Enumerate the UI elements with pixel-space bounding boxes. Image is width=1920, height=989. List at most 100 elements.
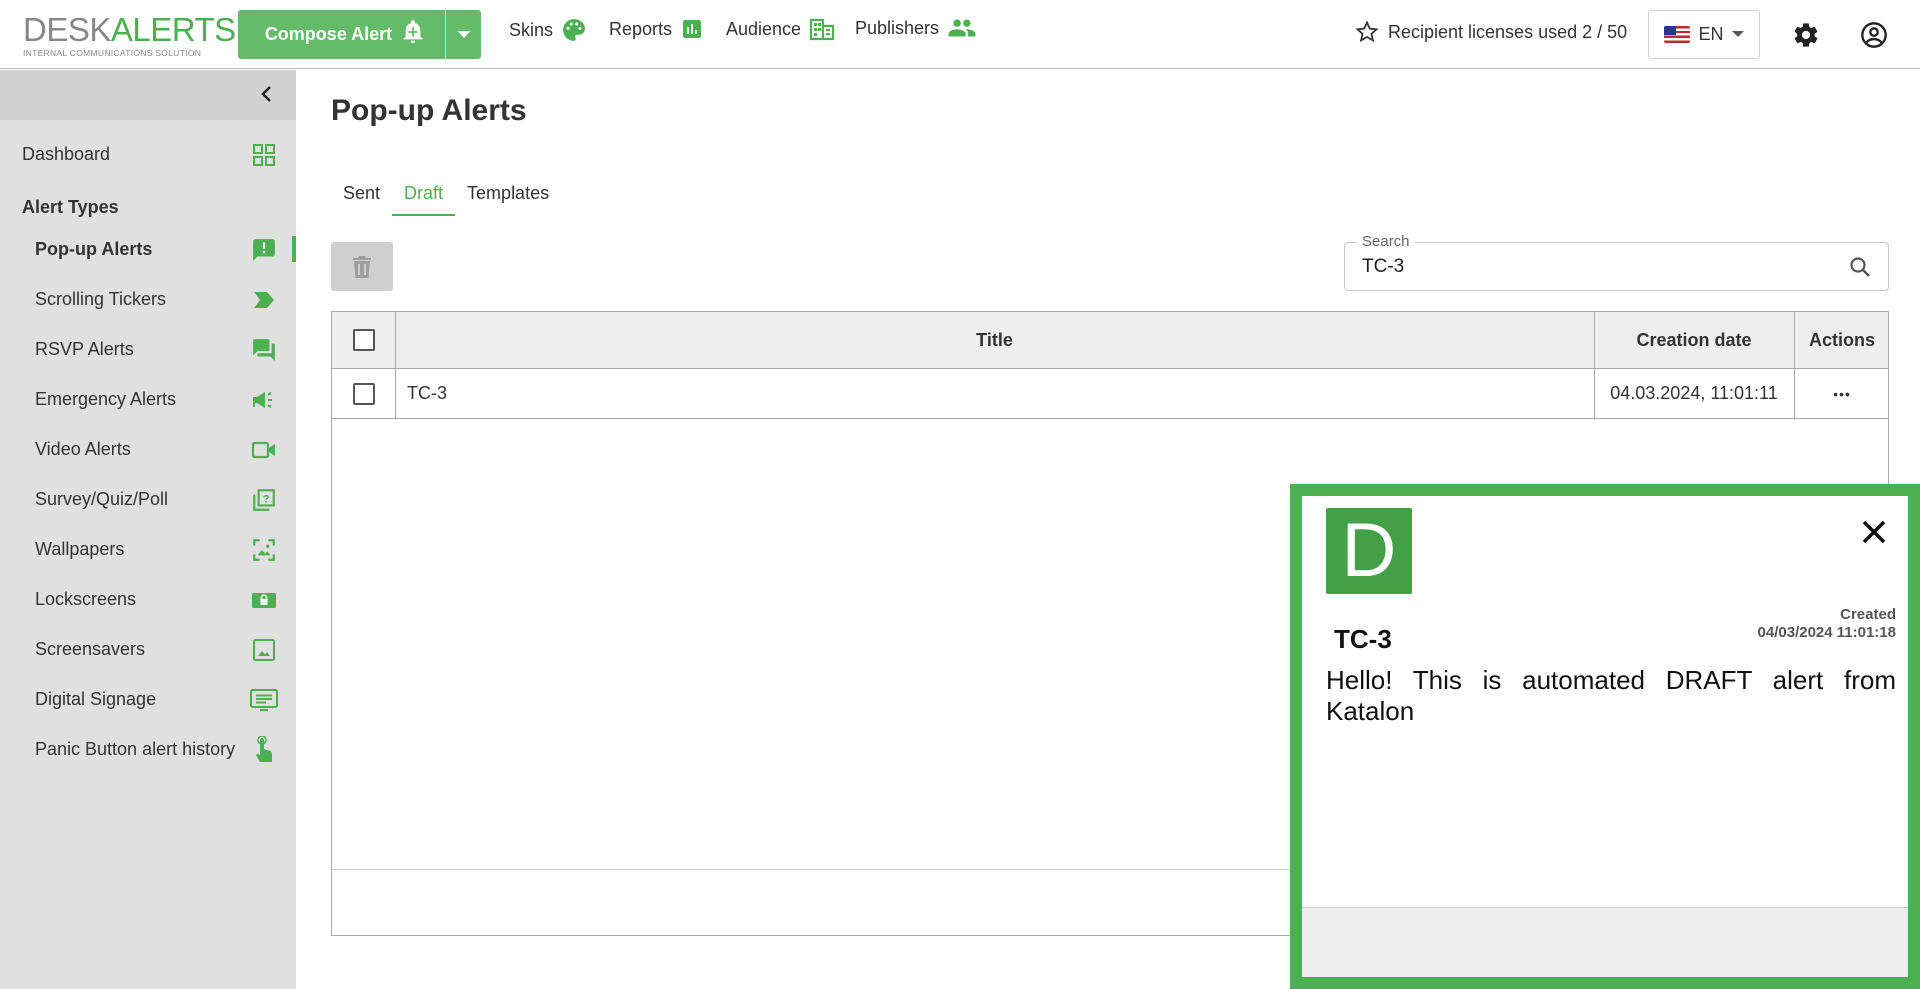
sidebar-item-lockscreens[interactable]: Lockscreens [0,579,296,619]
popup-title: TC-3 [1334,624,1392,654]
bar-chart-icon [683,20,702,38]
compose-alert-button-group: Compose Alert [238,10,481,59]
sidebar-item-wallpapers[interactable]: Wallpapers [0,529,296,569]
language-selector[interactable]: EN [1648,10,1760,59]
popup-created-info: Created 04/03/2024 11:01:18 [1758,606,1896,642]
close-icon [1862,520,1886,544]
close-button[interactable] [1860,518,1888,546]
popup-footer [1302,907,1908,977]
tab-templates[interactable]: Templates [455,180,561,216]
account-circle-icon [1861,22,1887,48]
draft-badge-icon: D [1326,508,1412,594]
sidebar-item-survey-quiz-poll[interactable]: Survey/Quiz/Poll ? [0,479,296,519]
sidebar-item-digital-signage[interactable]: Digital Signage [0,679,296,719]
sidebar-item-emergency-alerts[interactable]: Emergency Alerts [0,379,296,419]
sidebar-item-rsvp-alerts[interactable]: RSVP Alerts [0,329,296,369]
row-title[interactable]: TC-3 [395,369,1594,418]
compose-dropdown-button[interactable] [445,10,481,59]
people-icon [948,19,976,37]
gear-icon [1794,23,1818,47]
exclamation-chat-icon [250,237,278,263]
row-actions-menu[interactable]: ••• [1794,369,1890,418]
recipient-licenses: Recipient licenses used 2 / 50 [1355,20,1627,44]
divider [1794,369,1795,418]
sidebar-collapse-bar[interactable] [0,70,296,120]
svg-text:?: ? [263,494,270,506]
caret-down-icon [1731,31,1744,37]
desk-alerts-logo[interactable]: DESKALERTS INTERNAL COMMUNICATIONS SOLUT… [23,11,236,58]
sidebar-item-scrolling-tickers[interactable]: Scrolling Tickers [0,279,296,319]
chat-bubbles-icon [250,337,278,363]
created-label: Created [1840,606,1896,623]
megaphone-icon [250,387,278,413]
compose-alert-label: Compose Alert [264,24,393,44]
page-title: Pop-up Alerts [331,94,527,127]
divider [395,312,396,368]
search-field[interactable]: Search TC-3 [1344,233,1889,291]
search-input[interactable]: TC-3 [1362,256,1404,278]
tabs: Sent Draft Templates [331,180,561,216]
created-value: 04/03/2024 11:01:18 [1757,624,1896,641]
sidebar-item-panic-button-history[interactable]: Panic Button alert history [0,729,296,769]
licenses-text: Recipient licenses used 2 / 50 [1388,21,1628,42]
divider [1594,369,1595,418]
sidebar-item-dashboard[interactable]: Dashboard [0,134,296,174]
settings-button[interactable] [1791,20,1821,50]
logo-tagline: INTERNAL COMMUNICATIONS SOLUTION [23,48,202,58]
divider [1594,312,1595,368]
header-creation-date[interactable]: Creation date [1594,312,1794,368]
nav-audience-label: Audience [726,18,802,39]
user-account-button[interactable] [1859,20,1889,50]
search-icon[interactable] [1848,255,1872,279]
row-creation-date: 04.03.2024, 11:01:11 [1610,383,1778,403]
sidebar-item-screensavers[interactable]: Screensavers [0,629,296,669]
logo-alerts-text: ALERTS [110,11,236,48]
video-camera-icon [250,437,278,463]
palette-icon [563,19,585,41]
logo-desk-text: DESK [23,11,111,48]
alert-preview-popup: D TC-3 Created 04/03/2024 11:01:18 Hello… [1290,484,1920,989]
popup-body-text: Hello! This is automated DRAFT alert fro… [1326,665,1896,726]
tab-draft[interactable]: Draft [392,180,456,216]
select-all-checkbox[interactable] [352,329,375,351]
wallpaper-icon [250,537,278,563]
trash-icon [353,255,371,278]
compose-alert-button[interactable]: Compose Alert [238,10,445,59]
lock-icon [250,587,278,613]
divider [395,369,396,418]
header-title[interactable]: Title [395,312,1594,368]
nav-publishers[interactable]: Publishers [855,17,977,39]
divider [1794,312,1795,368]
question-icon: ? [250,487,278,513]
alert-types-heading: Alert Types [22,197,119,217]
dashboard-grid-icon [250,142,278,168]
nav-reports[interactable]: Reports [609,17,704,41]
star-icon [1355,20,1379,43]
us-flag-icon [1664,26,1691,43]
building-icon [809,18,835,41]
search-label: Search [1357,233,1415,250]
sidebar-item-video-alerts[interactable]: Video Alerts [0,429,296,469]
top-bar: DESKALERTS INTERNAL COMMUNICATIONS SOLUT… [0,0,1920,69]
nav-skins[interactable]: Skins [509,17,587,43]
row-select-cell [332,369,395,418]
caret-down-icon [457,30,470,38]
sidebar-item-pop-up-alerts[interactable]: Pop-up Alerts [0,229,296,269]
nav-skins-label: Skins [509,19,554,40]
tab-sent[interactable]: Sent [331,180,392,216]
table-header: Title Creation date Actions [332,312,1888,369]
nav-audience[interactable]: Audience [726,17,835,41]
language-code: EN [1698,24,1724,44]
delete-button[interactable] [331,242,393,291]
bell-plus-icon [402,20,424,49]
touch-icon [250,736,278,763]
nav-reports-label: Reports [609,18,673,39]
chevron-left-icon [261,86,271,102]
nav-publishers-label: Publishers [855,17,940,38]
image-icon [250,637,278,663]
table-row[interactable]: TC-3 04.03.2024, 11:01:11 ••• [332,369,1888,419]
select-all-cell [332,312,395,368]
row-checkbox[interactable] [352,382,375,405]
header-actions: Actions [1808,329,1875,350]
ticker-arrow-icon [250,287,278,313]
